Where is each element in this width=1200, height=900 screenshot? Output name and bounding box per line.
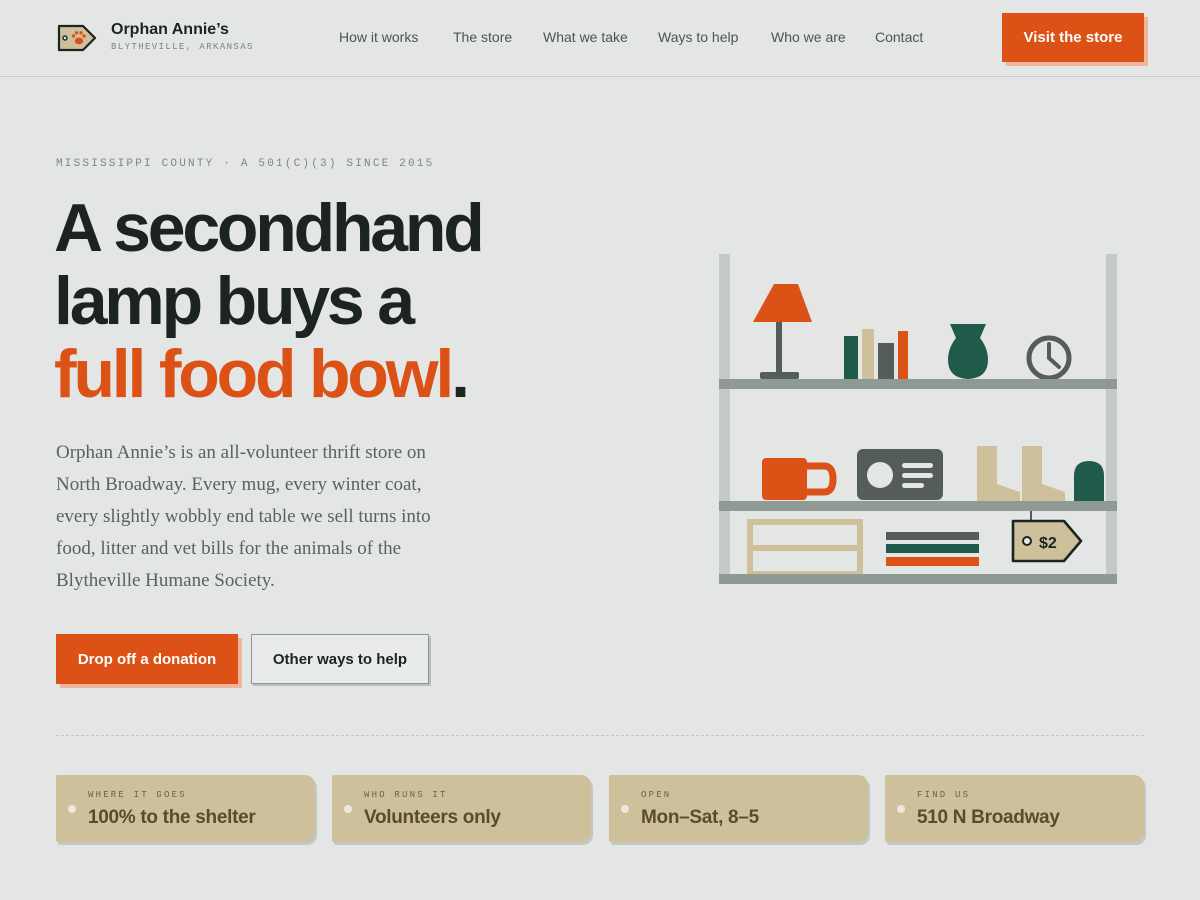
picture-frame-icon — [747, 519, 863, 577]
headline-line-1: A secondhand — [54, 190, 485, 266]
shelf-post-right — [1106, 254, 1117, 584]
lamp-icon — [753, 284, 812, 379]
fact-value: Volunteers only — [364, 807, 501, 828]
section-divider — [56, 735, 1144, 736]
vase-icon — [948, 324, 988, 379]
fact-label: WHERE IT GOES — [88, 790, 187, 800]
fact-label: FIND US — [917, 790, 971, 800]
jar-icon — [1074, 461, 1104, 501]
fact-value: 510 N Broadway — [917, 807, 1060, 828]
visit-store-button[interactable]: Visit the store — [1002, 13, 1144, 62]
hero-eyebrow: MISSISSIPPI COUNTY · A 501(C)(3) SINCE 2… — [56, 158, 435, 170]
thrift-shelf-illustration: $2 — [719, 254, 1117, 584]
shelf-board-middle — [719, 501, 1117, 511]
site-header: Orphan Annie’s BLYTHEVILLE, ARKANSAS How… — [0, 0, 1200, 77]
price-tag-icon: $2 — [1011, 511, 1083, 563]
tag-hole — [344, 805, 352, 813]
fact-value: Mon–Sat, 8–5 — [641, 807, 759, 828]
hero-description: Orphan Annie’s is an all-volunteer thrif… — [56, 442, 431, 591]
fact-label: WHO RUNS IT — [364, 790, 448, 800]
shelf-board-bottom — [719, 574, 1117, 584]
nav-ways-to-help[interactable]: Ways to help — [658, 29, 738, 45]
mug-icon — [762, 458, 837, 500]
nav-what-we-take[interactable]: What we take — [543, 29, 628, 45]
tag-hole — [68, 805, 76, 813]
nav-the-store[interactable]: The store — [453, 29, 512, 45]
drop-off-donation-button[interactable]: Drop off a donation — [56, 634, 238, 684]
tag-hole — [897, 805, 905, 813]
nav-how-it-works[interactable]: How it works — [339, 29, 418, 45]
other-ways-to-help-button[interactable]: Other ways to help — [251, 634, 429, 684]
fact-tag-where-it-goes: WHERE IT GOES 100% to the shelter — [56, 775, 315, 842]
nav-who-we-are[interactable]: Who we are — [771, 29, 846, 45]
headline-accent: full food bowl — [54, 336, 454, 412]
shelf-board-top — [719, 379, 1117, 389]
fact-value: 100% to the shelter — [88, 807, 256, 828]
folded-linens-icon — [886, 532, 979, 566]
hero-headline: A secondhand lamp buys a full food bowl. — [54, 192, 654, 411]
headline-period: . — [451, 336, 470, 412]
radio-icon — [857, 449, 943, 500]
price-tag-text: $2 — [1039, 535, 1057, 552]
headline-line-3: full food bowl. — [54, 338, 654, 411]
books-icon — [844, 329, 908, 379]
shelf-post-left — [719, 254, 730, 584]
nav-contact[interactable]: Contact — [875, 29, 923, 45]
tag-hole — [621, 805, 629, 813]
headline-line-2: lamp buys a — [54, 263, 415, 339]
fact-label: OPEN — [641, 790, 672, 800]
fact-tag-who-runs-it: WHO RUNS IT Volunteers only — [332, 775, 591, 842]
fact-tag-find-us: FIND US 510 N Broadway — [885, 775, 1144, 842]
boots-icon — [977, 446, 1065, 501]
fact-tag-open: OPEN Mon–Sat, 8–5 — [609, 775, 868, 842]
clock-icon — [1026, 335, 1072, 381]
